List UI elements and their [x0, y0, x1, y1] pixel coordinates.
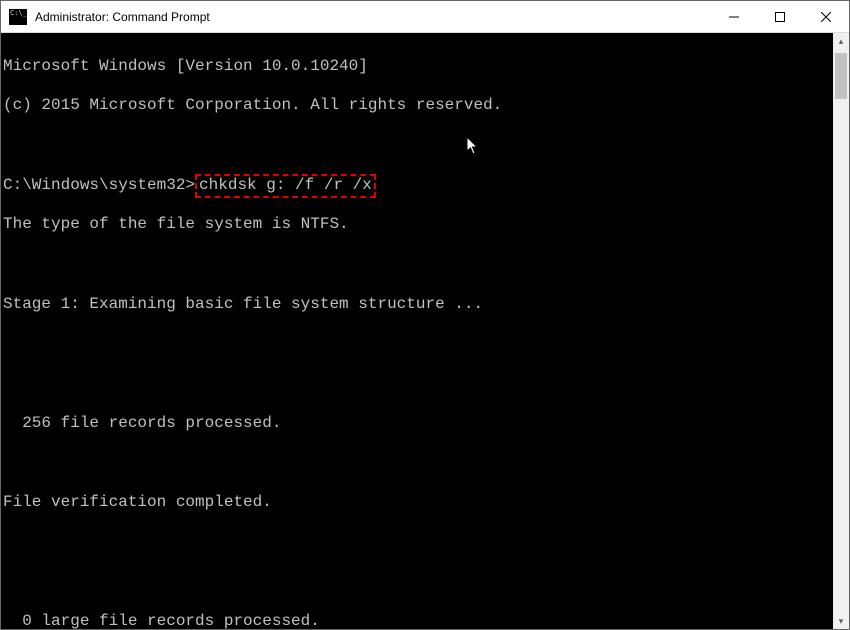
- scroll-up-arrow-icon[interactable]: ▴: [833, 33, 849, 49]
- output-line: [3, 453, 831, 473]
- output-line: [3, 334, 831, 354]
- terminal-output[interactable]: Microsoft Windows [Version 10.0.10240] (…: [1, 33, 833, 629]
- minimize-button[interactable]: [711, 1, 757, 33]
- output-line: [3, 374, 831, 394]
- command-prompt-window: Administrator: Command Prompt Microsoft …: [0, 0, 850, 630]
- scroll-thumb[interactable]: [835, 53, 847, 99]
- titlebar[interactable]: Administrator: Command Prompt: [1, 1, 849, 33]
- minimize-icon: [729, 12, 739, 22]
- output-line: The type of the file system is NTFS.: [3, 215, 831, 235]
- prompt-text: C:\Windows\system32>: [3, 176, 195, 194]
- window-controls: [711, 1, 849, 33]
- output-line: Stage 1: Examining basic file system str…: [3, 295, 831, 315]
- highlighted-command: chkdsk g: /f /r /x: [195, 174, 376, 198]
- window-title: Administrator: Command Prompt: [35, 10, 711, 24]
- output-line: File verification completed.: [3, 493, 831, 513]
- content-row: Microsoft Windows [Version 10.0.10240] (…: [1, 33, 849, 629]
- output-line: [3, 255, 831, 275]
- output-line: (c) 2015 Microsoft Corporation. All righ…: [3, 96, 831, 116]
- close-button[interactable]: [803, 1, 849, 33]
- scroll-down-arrow-icon[interactable]: ▾: [833, 613, 849, 629]
- output-line: 256 file records processed.: [3, 414, 831, 434]
- output-line: 0 large file records processed.: [3, 612, 831, 629]
- cmd-icon: [9, 9, 27, 25]
- close-icon: [821, 12, 831, 22]
- output-line: [3, 136, 831, 156]
- maximize-button[interactable]: [757, 1, 803, 33]
- maximize-icon: [775, 12, 785, 22]
- vertical-scrollbar[interactable]: ▴ ▾: [833, 33, 849, 629]
- output-line: [3, 533, 831, 553]
- output-line: [3, 572, 831, 592]
- output-line: Microsoft Windows [Version 10.0.10240]: [3, 57, 831, 77]
- prompt-line: C:\Windows\system32>chkdsk g: /f /r /x: [3, 176, 831, 196]
